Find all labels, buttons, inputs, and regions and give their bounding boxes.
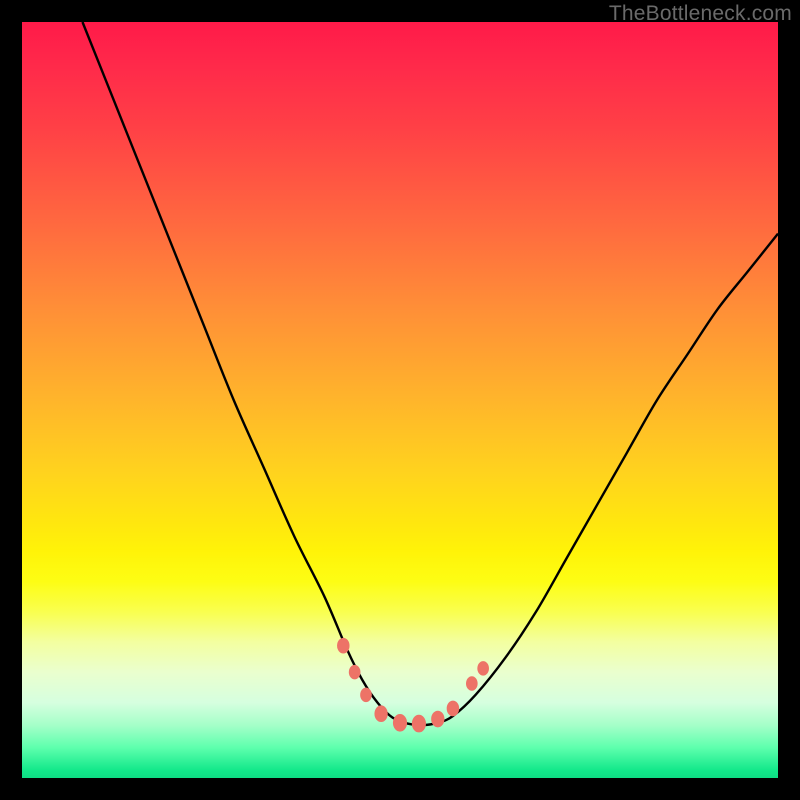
curve-marker	[337, 638, 349, 654]
curve-marker	[393, 714, 407, 732]
curve-marker	[447, 701, 459, 717]
curve-marker	[466, 676, 478, 691]
curve-marker	[374, 705, 387, 722]
curve-marker	[477, 661, 489, 676]
chart-svg	[22, 22, 778, 778]
bottleneck-curve	[82, 22, 778, 725]
curve-marker	[412, 715, 426, 733]
watermark-text: TheBottleneck.com	[609, 2, 792, 26]
chart-frame: TheBottleneck.com	[0, 0, 800, 800]
curve-marker	[431, 711, 444, 728]
curve-marker	[349, 665, 361, 680]
chart-plot-area	[22, 22, 778, 778]
curve-markers	[337, 638, 489, 733]
curve-marker	[360, 688, 372, 703]
